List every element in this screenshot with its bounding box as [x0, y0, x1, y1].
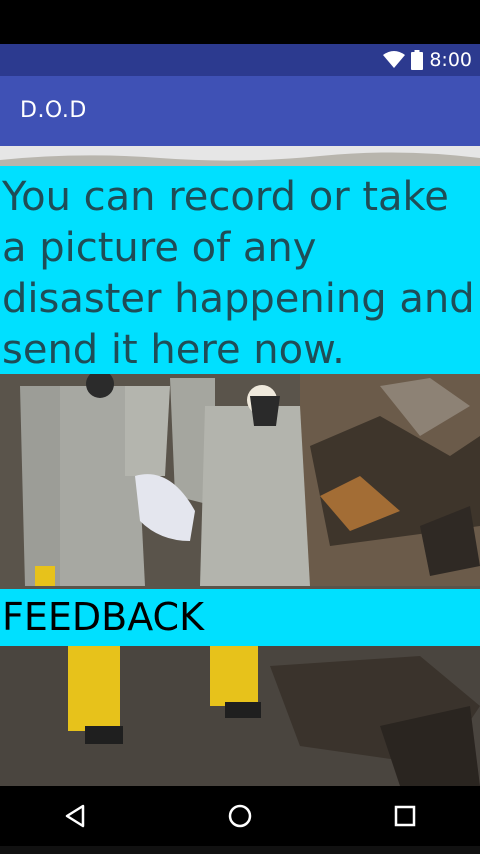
bottom-bezel: [0, 846, 480, 854]
status-bar: 8:00: [0, 44, 480, 76]
back-icon[interactable]: [57, 798, 93, 834]
wifi-icon: [383, 51, 406, 68]
main-content: You can record or take a picture of any …: [0, 146, 480, 786]
app-title: D.O.D: [20, 98, 87, 123]
message-text: You can record or take a picture of any …: [2, 174, 475, 373]
top-bezel: [0, 0, 480, 44]
navigation-bar: [0, 786, 480, 846]
app-bar: D.O.D: [0, 76, 480, 146]
message-box: You can record or take a picture of any …: [0, 166, 480, 374]
home-icon[interactable]: [222, 798, 258, 834]
feedback-button[interactable]: FEEDBACK: [0, 589, 480, 646]
battery-icon: [411, 50, 424, 70]
recents-icon[interactable]: [387, 798, 423, 834]
status-icons: 8:00: [383, 44, 472, 76]
status-time: 8:00: [429, 49, 472, 71]
